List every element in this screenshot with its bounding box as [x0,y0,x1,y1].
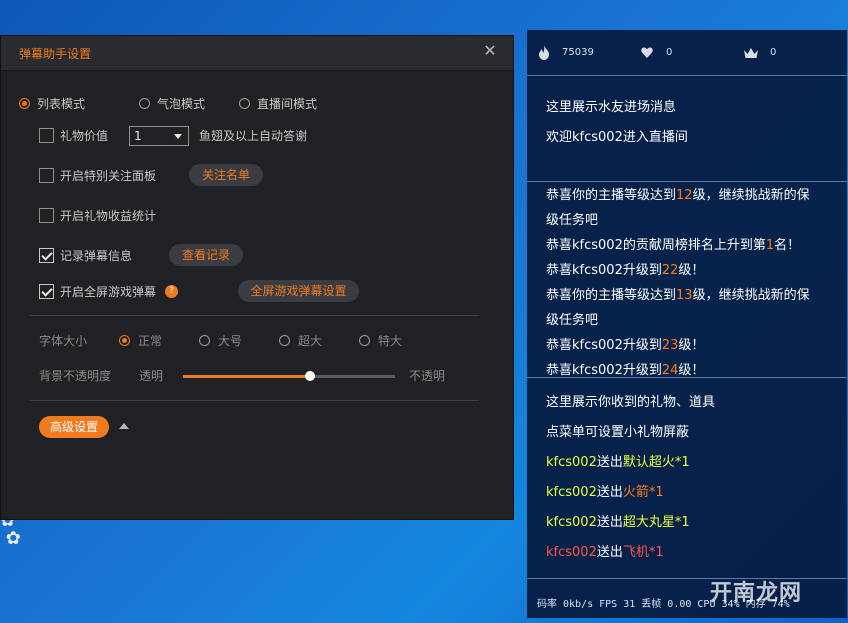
record-barrage-label: 记录弹幕信息 [60,249,133,263]
like-count: 0 [666,47,673,58]
gift-value-select[interactable]: 1 [129,126,189,146]
font-size-xlarge-radio[interactable] [279,335,290,346]
barrage-assistant-settings-window: 弹幕助手设置 ✕ 列表模式 气泡模式 直播间模式 礼物价值 1 鱼翅及以上自动答… [0,35,514,520]
font-size-xlarge-label: 超大 [298,334,323,348]
collapse-up-icon[interactable] [119,423,129,429]
close-icon[interactable]: ✕ [481,42,499,60]
gift-value-checkbox[interactable] [39,128,54,143]
mode-bubble-label: 气泡模式 [157,97,206,111]
opacity-slider-fill [183,375,311,378]
level-message: 恭喜kfcs002升级到22级！ [546,263,705,278]
rank-message: 恭喜kfcs002的贡献周榜排名上升到第1名！ [546,238,801,253]
font-size-xxlarge-label: 特大 [378,334,403,348]
heart-icon [641,47,653,58]
font-size-large-label: 大号 [218,334,243,348]
font-size-xxlarge-radio[interactable] [359,335,370,346]
barrage-panel: 75039 0 0 这里展示水友进场消息 欢迎kfcs002进入直播间 恭喜你的… [527,30,847,618]
view-record-button[interactable]: 查看记录 [169,244,243,266]
divider [29,315,479,316]
divider [527,181,847,182]
font-size-label: 字体大小 [39,334,88,348]
settings-title: 弹幕助手设置 [19,47,92,61]
auto-thanks-label: 鱼翅及以上自动答谢 [199,129,308,143]
opacity-slider-handle[interactable] [305,371,316,381]
level-message: 恭喜你的主播等级达到12级，继续挑战新的保 [546,188,810,203]
special-follow-checkbox[interactable] [39,168,54,183]
font-size-large-radio[interactable] [199,335,210,346]
gift-value-label: 礼物价值 [60,129,109,143]
gift-income-checkbox[interactable] [39,208,54,223]
mode-liveroom-radio[interactable] [239,98,250,109]
chevron-down-icon [174,134,182,139]
divider [527,75,847,76]
level-message: 恭喜你的主播等级达到13级，继续挑战新的保 [546,288,810,303]
flame-icon [539,45,549,60]
level-message: 恭喜kfcs002升级到24级！ [546,363,705,378]
fullscreen-game-label: 开启全屏游戏弹幕 [60,285,157,299]
mode-liveroom-label: 直播间模式 [257,97,318,111]
stats-bar: 75039 0 0 [527,30,847,75]
entrance-message: 欢迎kfcs002进入直播间 [546,130,688,145]
hot-count: 75039 [562,47,594,58]
gift-income-label: 开启礼物收益统计 [60,209,157,223]
opacity-slider[interactable] [183,371,395,381]
advanced-settings-button[interactable]: 高级设置 [39,416,109,438]
gift-menu-hint: 点菜单可设置小礼物屏蔽 [546,425,690,440]
gift-info-text: 这里展示你收到的礼物、道具 [546,395,716,410]
help-icon[interactable]: ? [165,285,178,298]
gift-message: kfcs002送出火箭*1 [546,485,664,500]
gift-message: kfcs002送出超大丸星*1 [546,515,690,530]
entrance-info-text: 这里展示水友进场消息 [546,100,677,115]
special-follow-label: 开启特别关注面板 [60,169,157,183]
opacity-label: 背景不透明度 [39,369,112,383]
settings-titlebar: 弹幕助手设置 ✕ [1,36,513,71]
fans-count: 0 [770,47,777,58]
record-barrage-checkbox[interactable] [39,248,54,263]
watermark: 开南龙网 [710,581,803,606]
level-message-continuation: 级任务吧 [546,213,599,228]
fullscreen-game-settings-button[interactable]: 全屏游戏弹幕设置 [238,280,359,302]
gift-value-selected: 1 [134,129,142,143]
divider [29,400,479,401]
opacity-max-label: 不透明 [409,369,446,383]
mode-list-radio[interactable] [19,98,30,109]
gift-message: kfcs002送出默认超火*1 [546,455,690,470]
gift-message: kfcs002送出飞机*1 [546,545,664,560]
divider [527,377,847,378]
level-message: 恭喜kfcs002升级到23级！ [546,338,705,353]
mode-bubble-radio[interactable] [139,98,150,109]
fullscreen-game-checkbox[interactable] [39,284,54,299]
mode-list-label: 列表模式 [37,97,86,111]
opacity-min-label: 透明 [139,369,164,383]
font-size-normal-radio[interactable] [119,335,130,346]
crown-icon [744,48,758,58]
font-size-normal-label: 正常 [138,334,163,348]
level-message-continuation: 级任务吧 [546,313,599,328]
follow-list-button[interactable]: 关注名单 [189,164,263,186]
